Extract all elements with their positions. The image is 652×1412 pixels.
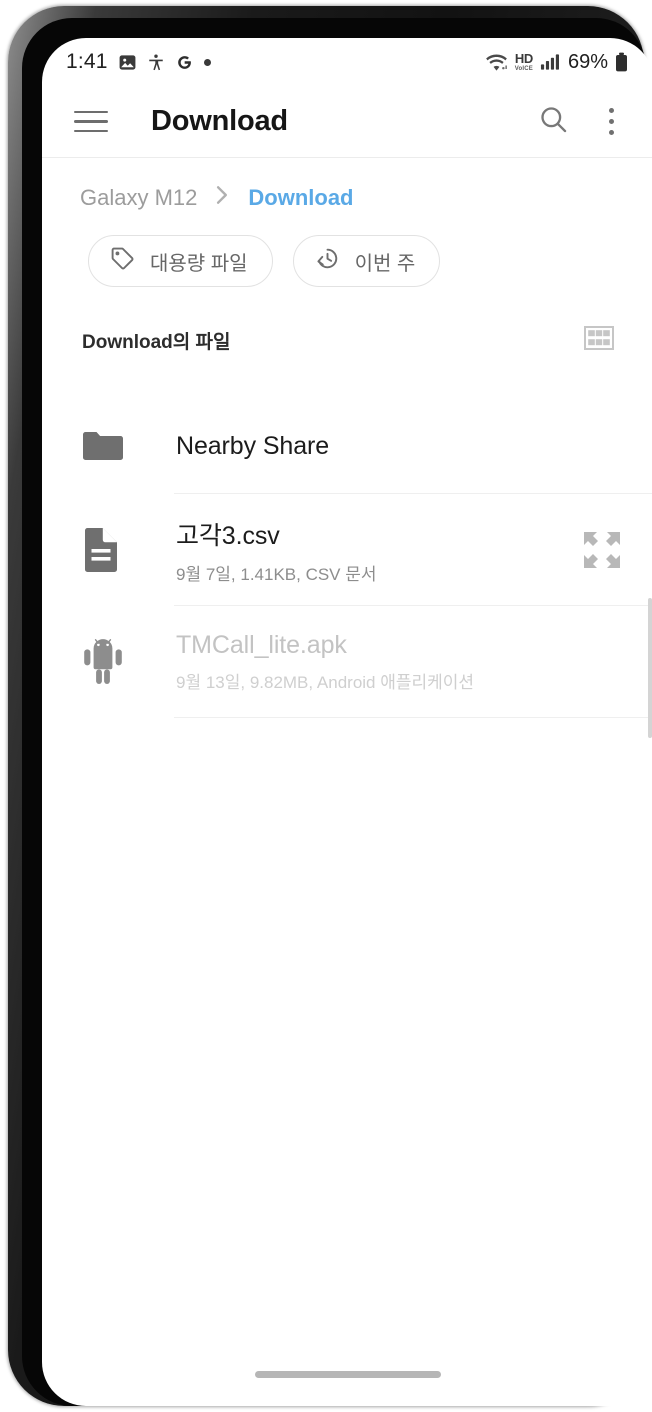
accessibility-icon [147,53,165,72]
status-bar-right: HD VoICE 69% [485,51,628,74]
breadcrumb: Galaxy M12 Download [42,158,652,211]
list-item-name: Nearby Share [176,431,330,460]
list-item-meta: 9월 7일, 1.41KB, CSV 문서 [176,564,377,584]
section-title: Download의 파일 [82,332,231,353]
image-icon [118,53,137,72]
phone-screen: 1:41 HD VoICE 69% Download Galaxy M12 Do… [42,38,652,1406]
content-scrollbar[interactable] [648,598,652,738]
chevron-right-icon [215,184,230,211]
expand-arrows-icon[interactable] [578,526,626,574]
list-item-text: 고각3.csv 9월 7일, 1.41KB, CSV 문서 [176,516,377,585]
breadcrumb-item-current[interactable]: Download [248,185,353,211]
status-bar: 1:41 HD VoICE 69% [42,38,652,86]
list-item[interactable]: Nearby Share [42,398,652,494]
app-bar-actions [537,102,626,142]
chip-label: 대용량 파일 [150,252,248,275]
search-icon[interactable] [537,103,570,141]
more-vertical-icon[interactable] [596,102,626,142]
hd-voice-icon: HD VoICE [514,51,534,72]
chip-large-files[interactable]: 대용량 파일 [88,235,273,287]
signal-bars-icon [540,53,561,71]
android-icon [82,639,142,685]
grid-view-icon[interactable] [584,325,614,356]
list-divider [174,716,652,718]
file-list: Nearby Share 고각3.csv 9월 7일, 1.41KB, CSV … [42,398,652,718]
voice-label: VoICE [514,66,533,72]
list-item[interactable]: 고각3.csv 9월 7일, 1.41KB, CSV 문서 [42,494,652,606]
app-bar: Download [42,86,652,158]
battery-icon [615,52,628,72]
home-gesture-bar[interactable] [255,1371,441,1378]
folder-icon [82,429,142,463]
google-g-icon [175,53,194,72]
list-item-meta: 9월 13일, 9.82MB, Android 애플리케이션 [176,673,475,692]
list-item-name: TMCall_lite.apk [176,631,347,659]
chip-this-week[interactable]: 이번 주 [292,235,441,287]
status-bar-left: 1:41 [66,50,211,74]
status-time: 1:41 [66,50,108,73]
tag-icon [109,245,136,277]
list-item-text: TMCall_lite.apk 9월 13일, 9.82MB, Android … [176,631,474,693]
battery-percent-label: 69% [567,50,608,73]
list-item-name: 고각3.csv [176,521,280,550]
hamburger-menu-icon[interactable] [74,101,116,143]
chip-label: 이번 주 [354,252,416,275]
list-item[interactable]: TMCall_lite.apk 9월 13일, 9.82MB, Android … [42,606,652,718]
breadcrumb-item-root[interactable]: Galaxy M12 [80,185,197,211]
section-header: Download의 파일 [42,287,652,356]
document-icon [82,527,142,573]
phone-bezel: 1:41 HD VoICE 69% Download Galaxy M12 Do… [22,18,652,1406]
list-item-text: Nearby Share [176,432,329,461]
wifi-icon [485,53,508,72]
history-icon [314,245,341,277]
hd-label: HD [514,51,533,66]
page-title: Download [151,105,288,137]
phone-frame: 1:41 HD VoICE 69% Download Galaxy M12 Do… [8,6,652,1406]
dot-icon [203,58,211,66]
filter-chip-row: 대용량 파일 이번 주 [42,211,652,287]
